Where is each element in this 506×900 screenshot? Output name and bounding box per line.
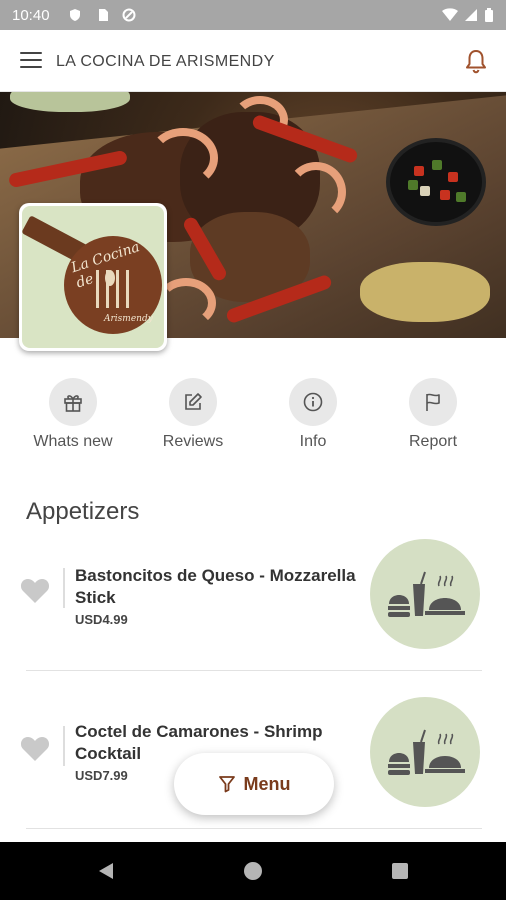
bell-icon[interactable] xyxy=(464,48,488,74)
menu-button[interactable]: Menu xyxy=(174,753,334,815)
action-label: Whats new xyxy=(33,433,113,450)
logo-text-bottom: Arismendy xyxy=(104,314,153,324)
back-icon[interactable] xyxy=(96,861,116,881)
item-image xyxy=(370,697,480,807)
food-placeholder-icon xyxy=(388,729,465,775)
info-icon xyxy=(303,392,323,412)
restaurant-logo: La Cocina de Arismendy xyxy=(19,203,167,351)
app-title: LA COCINA DE ARISMENDY xyxy=(56,53,275,70)
item-price: USD7.99 xyxy=(75,768,128,783)
action-label: Info xyxy=(299,433,327,450)
action-info[interactable]: Info xyxy=(253,372,373,451)
app-bar: LA COCINA DE ARISMENDY xyxy=(0,30,506,92)
favorite-heart-icon[interactable] xyxy=(20,734,50,762)
section-title: Appetizers xyxy=(26,498,140,525)
flag-icon xyxy=(426,393,440,411)
home-icon[interactable] xyxy=(243,861,263,881)
item-name: Bastoncitos de Queso - Mozzarella Stick xyxy=(75,566,356,607)
divider xyxy=(26,670,482,671)
data-saver-icon xyxy=(122,8,136,22)
divider xyxy=(26,828,482,829)
gift-icon xyxy=(64,395,82,412)
favorite-heart-icon[interactable] xyxy=(20,576,50,604)
wifi-icon xyxy=(442,8,458,21)
sim-card-icon xyxy=(99,9,108,21)
signal-icon xyxy=(465,9,477,21)
menu-icon[interactable] xyxy=(20,52,42,70)
item-price: USD4.99 xyxy=(75,612,128,627)
system-nav-bar xyxy=(0,842,506,900)
menu-button-label: Menu xyxy=(243,773,291,794)
action-reviews[interactable]: Reviews xyxy=(133,372,253,451)
battery-icon xyxy=(485,8,493,22)
edit-icon xyxy=(185,393,202,410)
action-label: Report xyxy=(408,433,458,450)
recents-icon[interactable] xyxy=(390,861,410,881)
food-placeholder-icon xyxy=(388,571,465,617)
status-bar: 10:40 xyxy=(0,0,506,30)
action-whats-new[interactable]: Whats new xyxy=(13,372,133,451)
action-label: Reviews xyxy=(162,433,224,450)
item-image xyxy=(370,539,480,649)
menu-item[interactable]: Bastoncitos de Queso - Mozzarella Stick … xyxy=(0,536,506,676)
action-report[interactable]: Report xyxy=(373,372,493,451)
status-time: 10:40 xyxy=(12,7,50,24)
shield-icon xyxy=(70,9,80,21)
action-row: Whats new Reviews Info Report xyxy=(0,372,506,462)
filter-icon xyxy=(218,776,235,793)
